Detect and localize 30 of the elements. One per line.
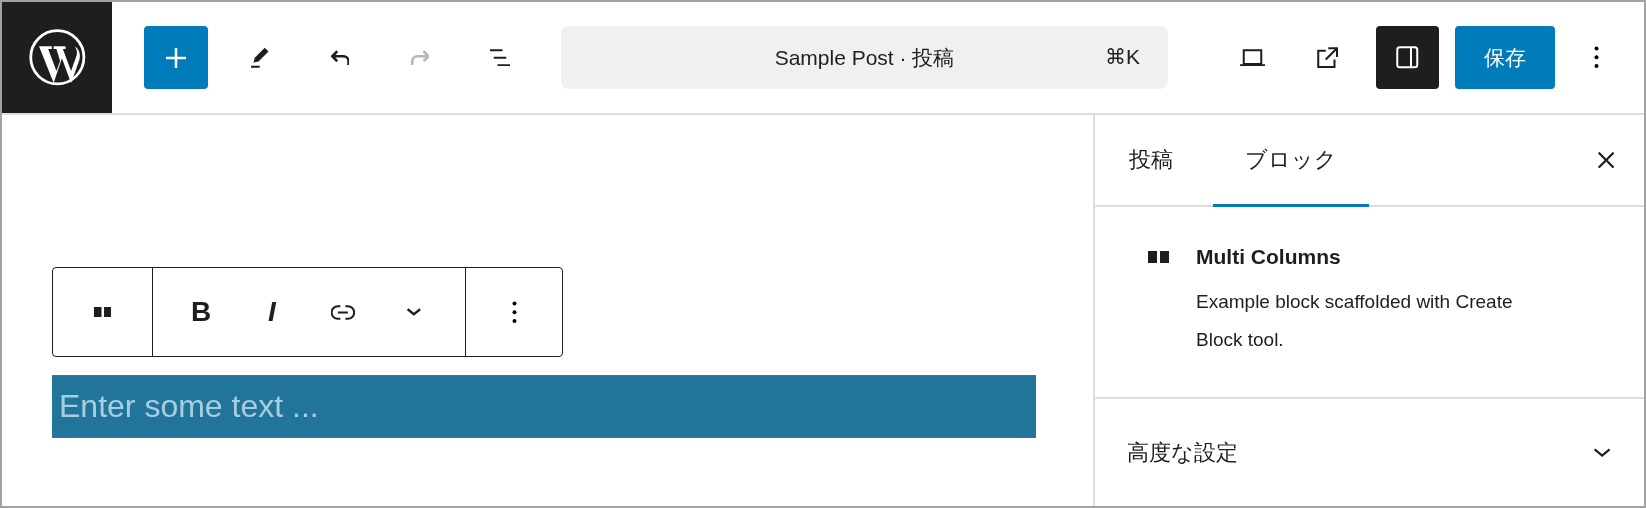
command-bar[interactable]: Sample Post · 投稿 ⌘K — [561, 26, 1168, 89]
site-logo-button[interactable] — [2, 2, 112, 113]
settings-button[interactable] — [1376, 26, 1439, 89]
chevron-down-icon — [1593, 448, 1610, 457]
list-view-icon — [490, 48, 510, 67]
sidebar-tab[interactable]: ブロック — [1213, 115, 1369, 208]
pencil-icon — [250, 46, 270, 69]
inserter-button[interactable] — [144, 26, 208, 89]
block-description: Example block scaffolded with Create Block tool. — [1196, 290, 1514, 353]
text-input-field[interactable]: Enter some text ... — [52, 375, 1036, 438]
link-icon — [331, 304, 355, 320]
block-title: Multi Columns — [1196, 245, 1342, 270]
laptop-icon — [1239, 48, 1265, 67]
wordpress-logo-icon — [27, 28, 87, 87]
panel-toggle[interactable]: 高度な設定 — [1095, 399, 1644, 506]
italic-button[interactable]: I — [248, 288, 296, 336]
bold-button[interactable]: B — [177, 288, 225, 336]
undo-icon — [330, 49, 350, 66]
sidebar-tab[interactable]: 投稿 — [1097, 115, 1205, 208]
more-menu-icon — [511, 300, 517, 324]
redo-icon — [410, 49, 430, 66]
sidebar-icon — [1396, 46, 1419, 69]
external-link-icon — [1317, 46, 1339, 69]
close-icon — [1597, 151, 1615, 169]
columns-icon — [93, 307, 112, 317]
plus-icon — [166, 47, 186, 68]
columns-icon — [1147, 251, 1169, 264]
save-button[interactable]: 保存 — [1455, 26, 1555, 89]
more-menu-icon — [1593, 46, 1599, 69]
chevron-down-icon — [407, 308, 421, 316]
